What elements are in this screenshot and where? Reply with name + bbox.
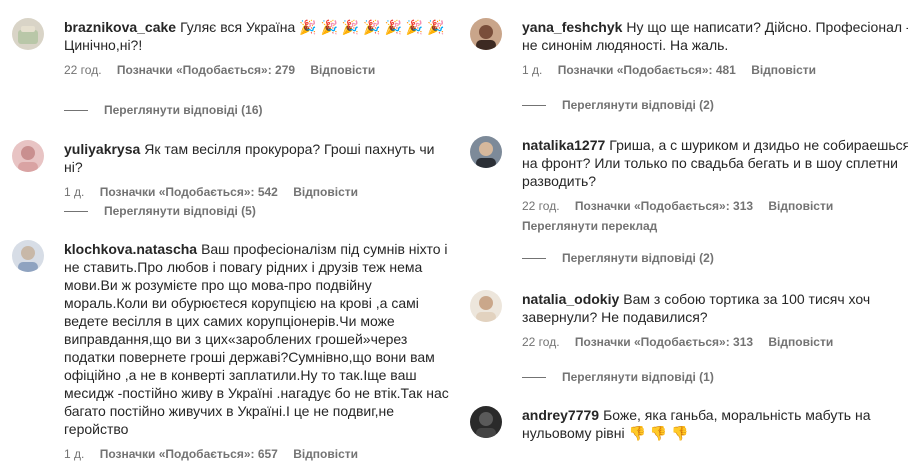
comment-username[interactable]: yana_feshchyk [522,19,622,35]
reply-button[interactable]: Відповісти [310,63,375,77]
comment-time[interactable]: 22 год. [64,63,102,77]
reply-button[interactable]: Відповісти [751,63,816,77]
avatar[interactable] [470,18,502,50]
replies-divider [64,109,88,111]
comment-username[interactable]: andrey7779 [522,407,599,423]
comment-time[interactable]: 22 год. [522,199,560,213]
comment-time[interactable]: 1 д. [522,63,542,77]
avatar[interactable] [470,290,502,322]
view-replies-label: Переглянути відповіді (2) [562,98,714,112]
comment-likes[interactable]: Позначки «Подобається»: 657 [100,447,278,461]
avatar[interactable] [470,406,502,438]
avatar[interactable] [470,136,502,168]
reply-button[interactable]: Відповісти [293,447,358,461]
reply-button[interactable]: Відповісти [768,335,833,349]
comment-time[interactable]: 22 год. [522,335,560,349]
comment-username[interactable]: yuliyakrysa [64,141,140,157]
comment-likes[interactable]: Позначки «Подобається»: 542 [100,185,278,199]
replies-divider [522,257,546,259]
replies-divider [522,376,546,378]
comment-time[interactable]: 1 д. [64,185,84,199]
view-replies-button[interactable]: Переглянути відповіді (2) [522,97,714,113]
see-translation-button[interactable]: Переглянути переклад [522,218,908,234]
view-replies-label: Переглянути відповіді (16) [104,103,263,117]
view-replies-button[interactable]: Переглянути відповіді (1) [522,369,714,385]
view-replies-label: Переглянути відповіді (1) [562,370,714,384]
replies-divider [64,210,88,212]
replies-divider [522,104,546,106]
view-replies-button[interactable]: Переглянути відповіді (2) [522,250,714,266]
view-replies-button[interactable]: Переглянути відповіді (16) [64,102,263,118]
comment-likes[interactable]: Позначки «Подобається»: 313 [575,335,753,349]
view-replies-button[interactable]: Переглянути відповіді (5) [64,203,256,219]
avatar[interactable] [12,140,44,172]
comment-likes[interactable]: Позначки «Подобається»: 313 [575,199,753,213]
view-replies-label: Переглянути відповіді (5) [104,204,256,218]
reply-button[interactable]: Відповісти [768,199,833,213]
comment-username[interactable]: natalia_odokiy [522,291,619,307]
comment-username[interactable]: klochkova.natascha [64,241,197,257]
comment-username[interactable]: natalika1277 [522,137,605,153]
comment-text: Ваш професіоналізм під сумнів ніхто і не… [64,241,453,437]
avatar[interactable] [12,18,44,50]
view-replies-label: Переглянути відповіді (2) [562,251,714,265]
comment-likes[interactable]: Позначки «Подобається»: 481 [558,63,736,77]
comment-likes[interactable]: Позначки «Подобається»: 279 [117,63,295,77]
reply-button[interactable]: Відповісти [293,185,358,199]
comment-username[interactable]: braznikova_cake [64,19,176,35]
avatar[interactable] [12,240,44,272]
comment-time[interactable]: 1 д. [64,447,84,461]
